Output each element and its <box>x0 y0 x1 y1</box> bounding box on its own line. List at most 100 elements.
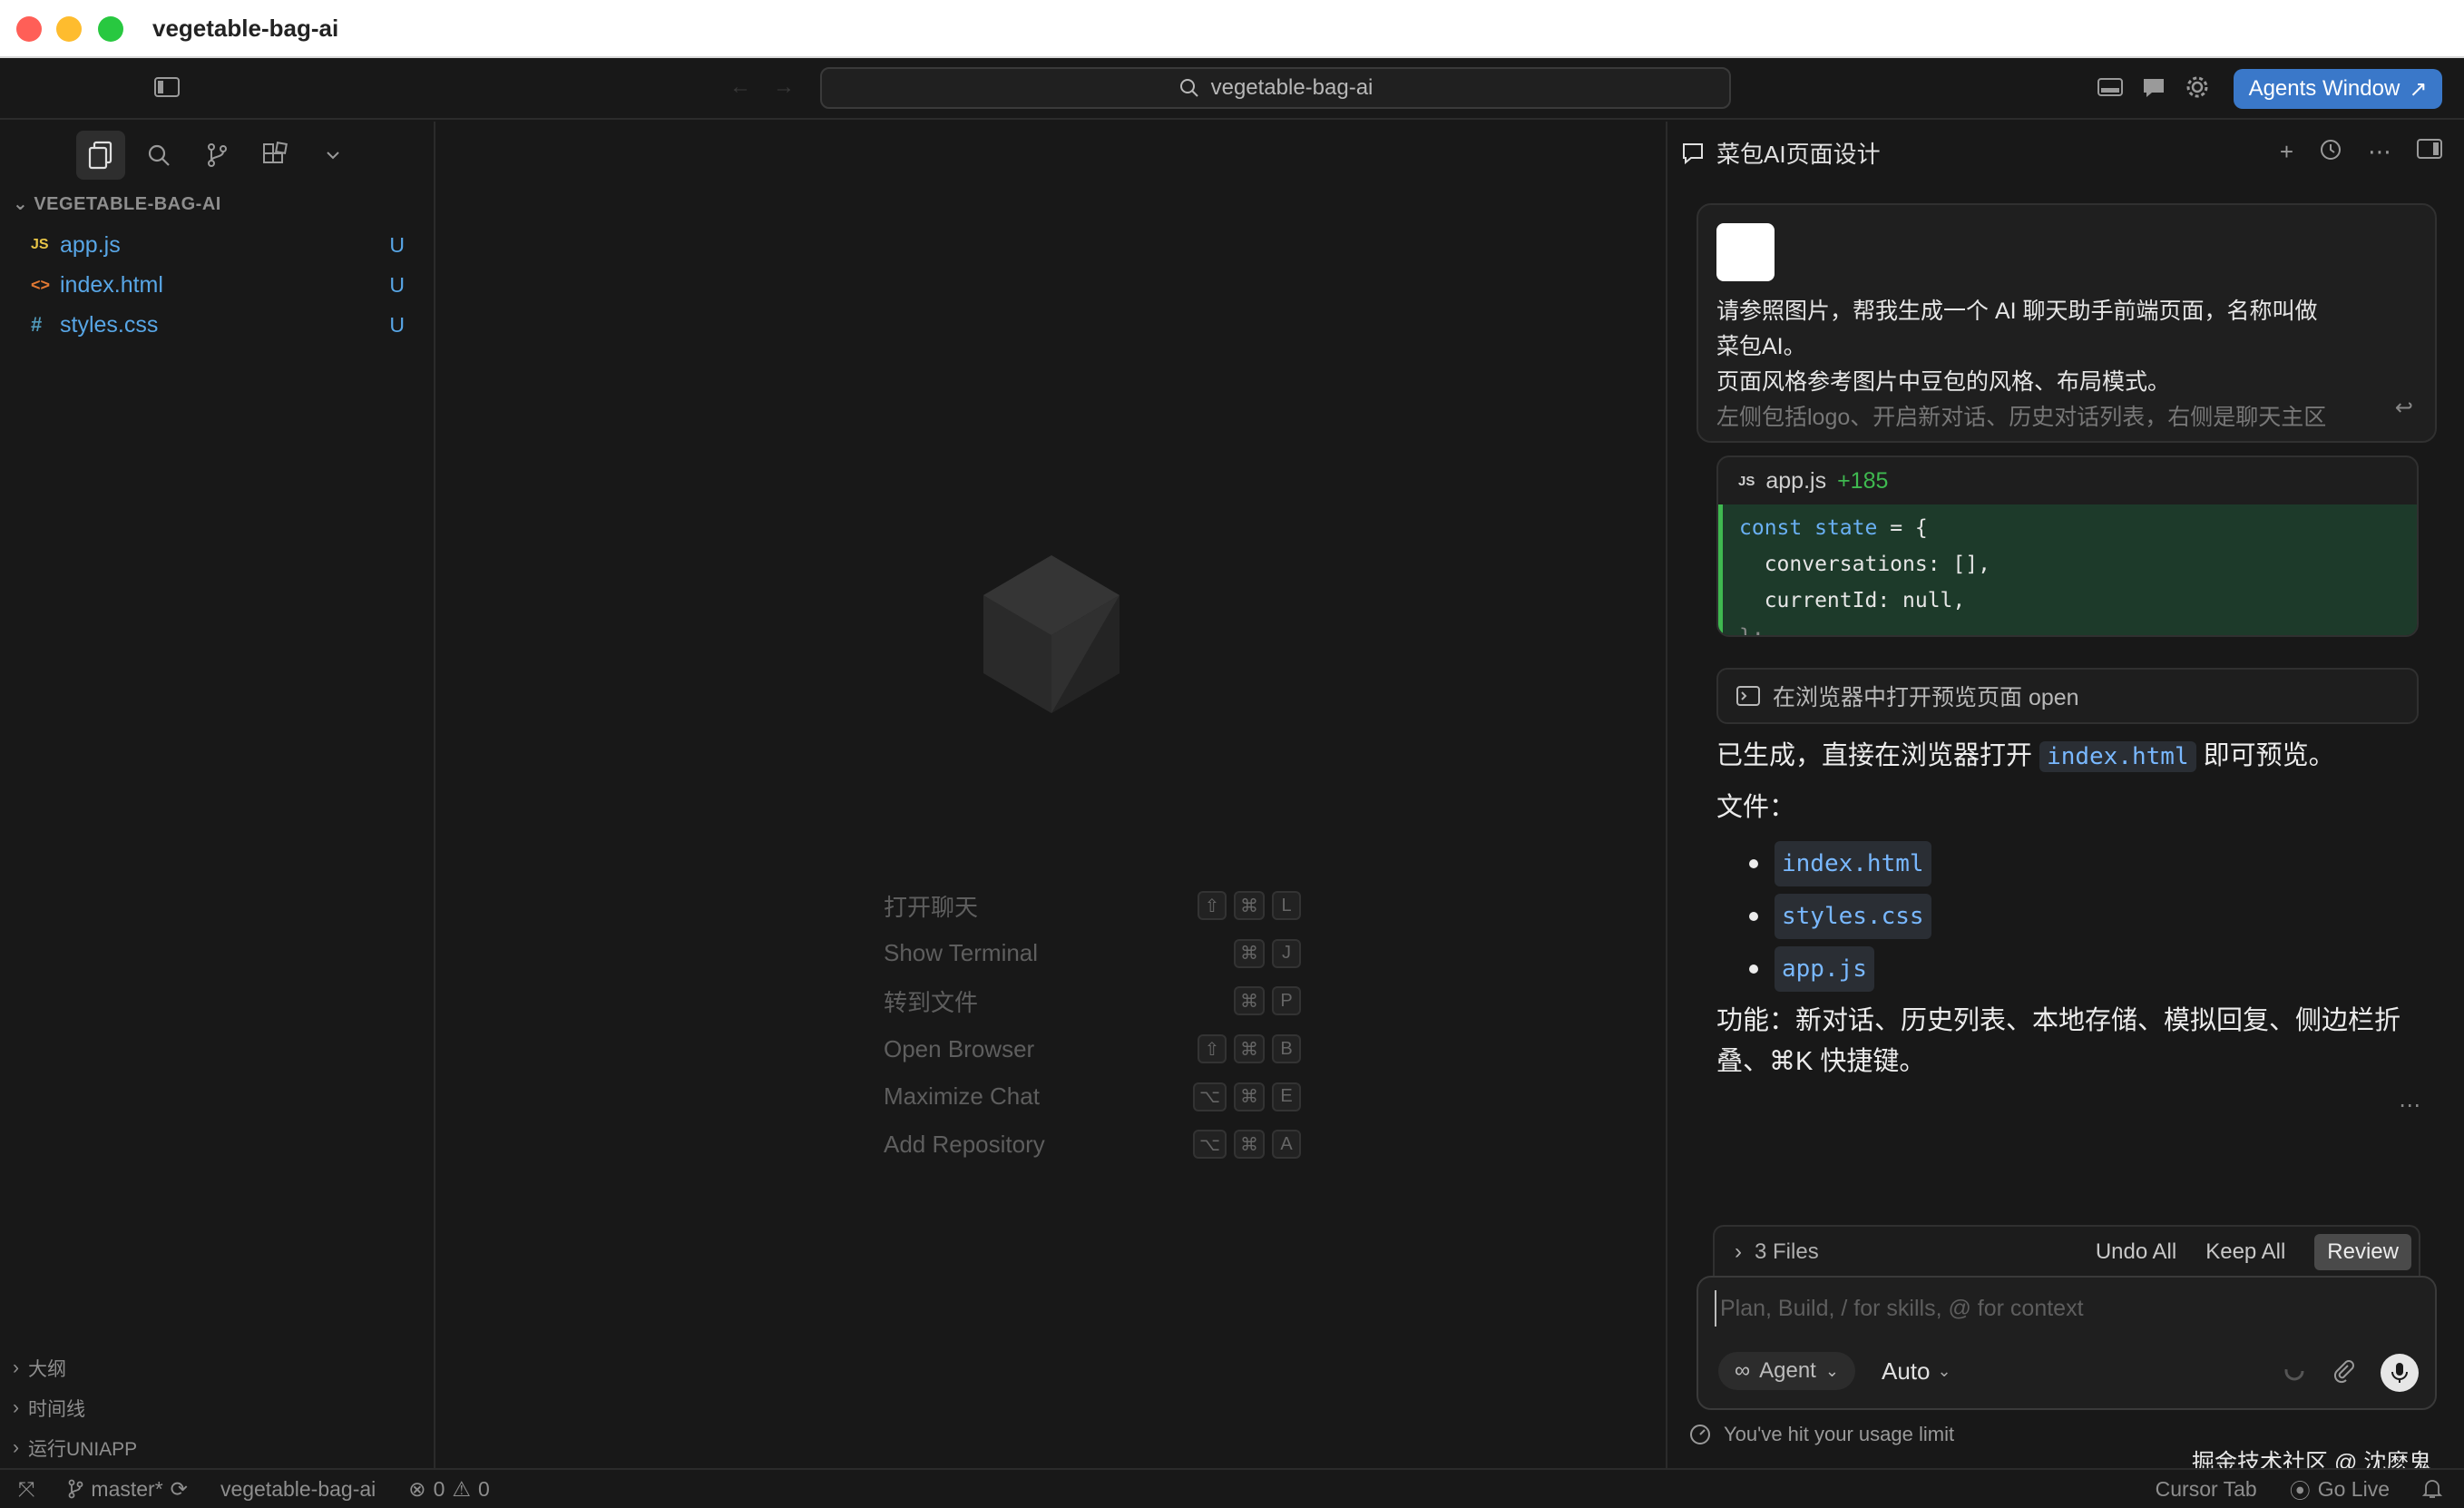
remote-indicator-icon[interactable]: ⤧ <box>18 1477 34 1502</box>
toggle-sidebar-icon[interactable] <box>154 76 180 103</box>
section-outline[interactable]: › 大纲 <box>13 1348 430 1388</box>
bell-icon[interactable] <box>2422 1478 2442 1500</box>
chat-input[interactable] <box>1715 1290 2404 1327</box>
css-file-icon: # <box>31 313 43 336</box>
tab-source-control[interactable] <box>192 131 241 180</box>
answer-file-list: index.html styles.css app.js <box>1716 837 2433 995</box>
toggle-panel-icon[interactable] <box>2417 138 2442 168</box>
chat-actions: + ⋯ <box>2280 138 2442 168</box>
window-title: vegetable-bag-ai <box>152 15 339 42</box>
tab-search[interactable] <box>134 131 183 180</box>
forward-arrow-icon[interactable]: → <box>773 76 795 98</box>
message-options-icon[interactable]: ⋯ <box>2399 1092 2420 1119</box>
file-name: app.js <box>60 231 121 258</box>
chevron-right-icon: › <box>13 1357 19 1378</box>
minimize-window-button[interactable] <box>56 16 82 42</box>
attached-image-thumbnail[interactable] <box>1716 223 1775 281</box>
tool-call-card[interactable]: 在浏览器中打开预览页面 open <box>1716 668 2419 724</box>
agents-window-label: Agents Window <box>2248 76 2400 101</box>
zoom-window-button[interactable] <box>98 16 123 42</box>
command-center-search[interactable]: vegetable-bag-ai <box>820 67 1731 109</box>
sidebar-sections: › 大纲 › 时间线 › 运行UNIAPP <box>13 1348 430 1468</box>
model-selector[interactable]: Auto ⌄ <box>1882 1357 1951 1386</box>
file-name: index.html <box>60 271 163 298</box>
new-chat-plus-icon[interactable]: + <box>2280 138 2293 168</box>
infinity-icon: ∞ <box>1735 1358 1751 1383</box>
project-indicator[interactable]: vegetable-bag-ai <box>220 1477 376 1502</box>
shortcut-add-repository[interactable]: Add Repository ⌥ ⌘ A <box>884 1121 1301 1169</box>
section-run-uniapp[interactable]: › 运行UNIAPP <box>13 1428 430 1468</box>
answer-features: 功能：新对话、历史列表、本地存储、模拟回复、侧边栏折叠、⌘K 快捷键。 <box>1716 1006 2401 1076</box>
inline-code: index.html <box>1775 841 1931 886</box>
cursor-tab-indicator[interactable]: Cursor Tab <box>2156 1477 2257 1502</box>
microphone-button[interactable] <box>2381 1354 2419 1392</box>
message-line: 左侧包括logo、开启新对话、历史对话列表，右侧是聊天主区 <box>1716 405 2327 430</box>
code-line: currentId: null, <box>1739 589 1966 612</box>
message-line: 页面风格参考图片中豆包的风格、布局模式。 <box>1716 369 2171 395</box>
shortcut-show-terminal[interactable]: Show Terminal ⌘ J <box>884 930 1301 978</box>
close-window-button[interactable] <box>16 16 42 42</box>
tab-explorer[interactable] <box>76 131 125 180</box>
shortcut-label: Show Terminal <box>884 939 1039 967</box>
chat-bubble-icon[interactable] <box>2141 76 2166 104</box>
shortcut-go-to-file[interactable]: 转到文件 ⌘ P <box>884 977 1301 1025</box>
file-item-index-html[interactable]: <> index.html U <box>0 265 434 305</box>
tab-extensions[interactable] <box>250 131 299 180</box>
git-branch-icon <box>69 1479 83 1499</box>
tab-more[interactable] <box>308 131 357 180</box>
shortcut-key: P <box>1272 986 1301 1016</box>
window-titlebar: vegetable-bag-ai <box>0 0 2464 58</box>
shortcut-list: 打开聊天 ⇧ ⌘ L Show Terminal ⌘ J 转到文件 ⌘ P Open B… <box>884 882 1301 1169</box>
revert-icon[interactable]: ↩ <box>2395 395 2413 421</box>
usage-limit-notice[interactable]: You've hit your usage limit <box>1689 1423 1954 1446</box>
explorer-sidebar: ⌄ VEGETABLE-BAG-AI JS app.js U <> index.… <box>0 122 435 1468</box>
keep-all-button[interactable]: Keep All <box>2205 1239 2285 1265</box>
changed-files-bar: › 3 Files Undo All Keep All Review <box>1713 1225 2420 1278</box>
project-folder-header[interactable]: ⌄ VEGETABLE-BAG-AI <box>13 192 221 215</box>
code-diff-card[interactable]: JS app.js +185 const state = { conversat… <box>1716 455 2419 637</box>
paperclip-icon[interactable] <box>2332 1358 2355 1388</box>
shortcut-open-chat[interactable]: 打开聊天 ⇧ ⌘ L <box>884 882 1301 930</box>
undo-all-button[interactable]: Undo All <box>2096 1239 2176 1265</box>
arrow-up-right-icon: ↗ <box>2409 76 2428 102</box>
user-message-text: 请参照图片，帮我生成一个 AI 聊天助手前端页面，名称叫做 菜包AI。 页面风格… <box>1716 294 2388 436</box>
search-icon <box>148 144 170 166</box>
shortcut-key: ⌘ <box>1234 1034 1265 1064</box>
diff-additions: +185 <box>1837 467 1889 494</box>
problems-indicator[interactable]: ⊗ 0 ⚠ 0 <box>408 1477 490 1502</box>
list-item: styles.css <box>1749 890 2433 943</box>
shortcut-key: ⌥ <box>1192 1130 1227 1160</box>
back-arrow-icon[interactable]: ← <box>729 76 751 98</box>
chevron-right-icon[interactable]: › <box>1735 1239 1742 1265</box>
more-ellipsis-icon[interactable]: ⋯ <box>2368 138 2391 168</box>
section-label: 时间线 <box>28 1399 85 1420</box>
code-identifier: state <box>1814 516 1878 540</box>
history-clock-icon[interactable] <box>2319 138 2342 168</box>
shortcut-maximize-chat[interactable]: Maximize Chat ⌥ ⌘ E <box>884 1072 1301 1121</box>
chat-tab[interactable]: 菜包AI页面设计 <box>1680 136 1881 170</box>
files-icon <box>88 141 112 170</box>
section-timeline[interactable]: › 时间线 <box>13 1388 430 1428</box>
changed-files-count[interactable]: 3 Files <box>1755 1239 1819 1265</box>
branch-name: master* <box>91 1476 163 1501</box>
user-message[interactable]: 请参照图片，帮我生成一个 AI 聊天助手前端页面，名称叫做 菜包AI。 页面风格… <box>1696 203 2437 443</box>
shortcut-open-browser[interactable]: Open Browser ⇧ ⌘ B <box>884 1025 1301 1073</box>
inline-code: index.html <box>2039 741 2196 772</box>
gear-icon[interactable] <box>2185 74 2210 104</box>
cursor-logo-icon <box>983 555 1120 713</box>
file-status-badge: U <box>389 272 405 297</box>
shortcut-key: ⇧ <box>1198 891 1227 921</box>
sync-icon[interactable]: ⟳ <box>171 1477 188 1502</box>
javascript-file-icon: JS <box>31 237 49 252</box>
go-live-button[interactable]: ⦿ Go Live <box>2290 1474 2390 1504</box>
agents-window-button[interactable]: Agents Window ↗ <box>2234 69 2442 109</box>
review-button[interactable]: Review <box>2314 1234 2411 1270</box>
file-item-styles-css[interactable]: # styles.css U <box>0 305 434 345</box>
branch-indicator[interactable]: master* ⟳ <box>67 1477 188 1502</box>
shortcut-key: ⌘ <box>1234 1130 1265 1160</box>
file-item-app-js[interactable]: JS app.js U <box>0 225 434 265</box>
html-file-icon: <> <box>31 275 51 294</box>
agent-mode-selector[interactable]: ∞ Agent ⌄ <box>1718 1352 1855 1390</box>
panel-layout-icon[interactable] <box>2097 76 2123 103</box>
gauge-icon <box>1690 1425 1710 1444</box>
